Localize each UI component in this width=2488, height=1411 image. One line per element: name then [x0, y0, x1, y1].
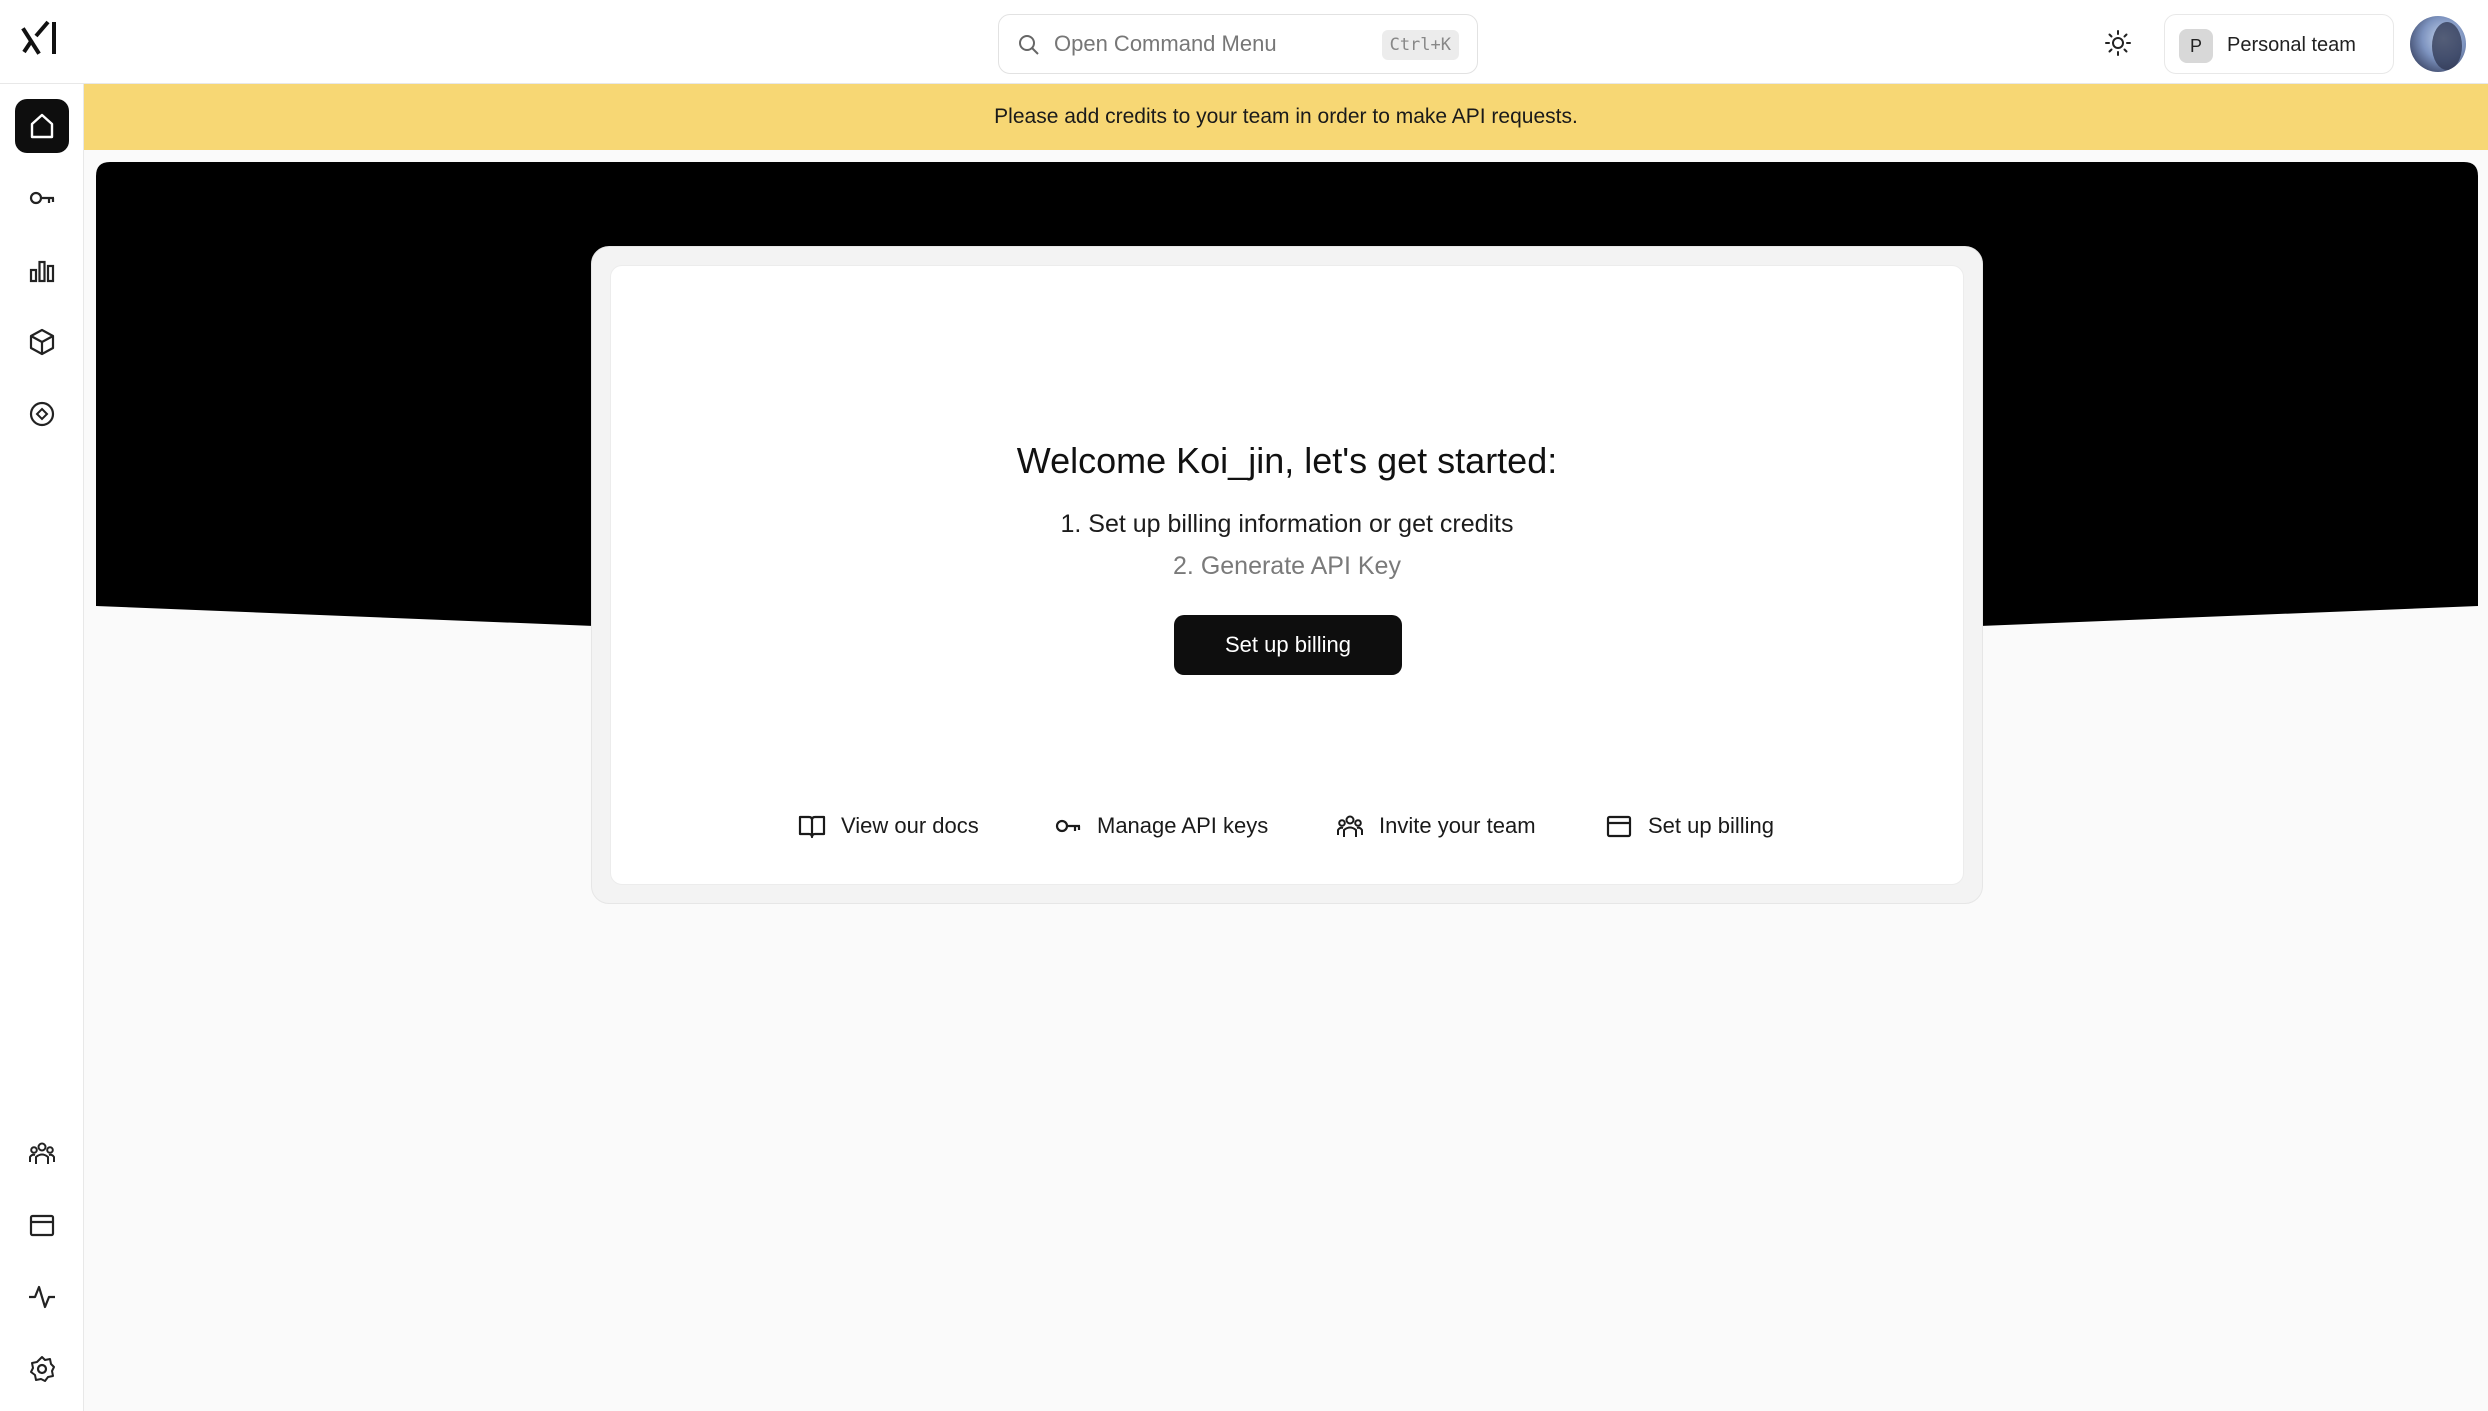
set-up-billing-button[interactable]: Set up billing — [1174, 615, 1402, 675]
sidebar-item-team[interactable] — [15, 1126, 69, 1180]
manage-api-keys-link[interactable]: Manage API keys — [1053, 804, 1268, 848]
team-avatar: P — [2179, 29, 2213, 63]
keyboard-shortcut-badge: Ctrl+K — [1381, 30, 1459, 60]
team-icon — [29, 1142, 55, 1164]
avatar[interactable] — [2410, 16, 2466, 72]
sidebar-item-usage[interactable] — [15, 243, 69, 297]
manage-api-keys-label: Manage API keys — [1097, 813, 1269, 838]
billing-icon — [29, 1214, 55, 1237]
sun-icon[interactable] — [2104, 29, 2132, 57]
cube-icon — [29, 328, 55, 356]
book-icon — [798, 815, 826, 839]
command-menu-placeholder: Open Command Menu — [1054, 31, 1277, 56]
settings-icon — [30, 1356, 55, 1382]
invite-team-link[interactable]: Invite your team — [1335, 804, 1536, 848]
sidebar-item-explore[interactable] — [15, 387, 69, 441]
set-up-billing-label: Set up billing — [1648, 813, 1774, 838]
activity-icon — [29, 1285, 55, 1309]
top-bar: Open Command Menu Ctrl+K P Personal team — [0, 0, 2488, 84]
welcome-title: Welcome Koi_jin, let's get started: — [1016, 440, 1558, 481]
home-icon — [30, 113, 54, 139]
set-up-billing-link[interactable]: Set up billing — [1604, 804, 1774, 848]
sidebar-item-settings[interactable] — [15, 1342, 69, 1396]
xai-logo-icon[interactable] — [20, 18, 64, 64]
sidebar-item-models[interactable] — [15, 315, 69, 369]
invite-team-label: Invite your team — [1379, 813, 1536, 838]
key-icon — [29, 191, 55, 205]
search-icon — [1017, 33, 1041, 57]
command-menu-input[interactable]: Open Command Menu Ctrl+K — [998, 14, 1478, 74]
sidebar-item-activity[interactable] — [15, 1270, 69, 1324]
welcome-card: Welcome Koi_jin, let's get started: 1. S… — [591, 246, 1983, 904]
sidebar-item-api-keys[interactable] — [15, 171, 69, 225]
team-name: Personal team — [2227, 34, 2356, 56]
quick-links: View our docs Manage API keys Invite you… — [611, 804, 1963, 848]
bar-chart-icon — [29, 260, 55, 283]
key-icon — [1055, 819, 1081, 833]
compass-icon — [29, 401, 55, 427]
team-icon — [1337, 815, 1363, 837]
billing-icon — [1606, 815, 1632, 838]
welcome-card-body: Welcome Koi_jin, let's get started: 1. S… — [610, 265, 1964, 885]
view-docs-label: View our docs — [841, 813, 979, 838]
view-docs-link[interactable]: View our docs — [797, 804, 979, 848]
sidebar-item-home[interactable] — [15, 99, 69, 153]
sidebar-item-billing[interactable] — [15, 1198, 69, 1252]
sidebar — [0, 84, 84, 1411]
credits-warning-banner: Please add credits to your team in order… — [84, 84, 2488, 150]
step-api-key: 2. Generate API Key — [1173, 552, 1401, 580]
team-switcher[interactable]: P Personal team — [2164, 14, 2394, 74]
step-billing: 1. Set up billing information or get cre… — [1060, 510, 1514, 538]
